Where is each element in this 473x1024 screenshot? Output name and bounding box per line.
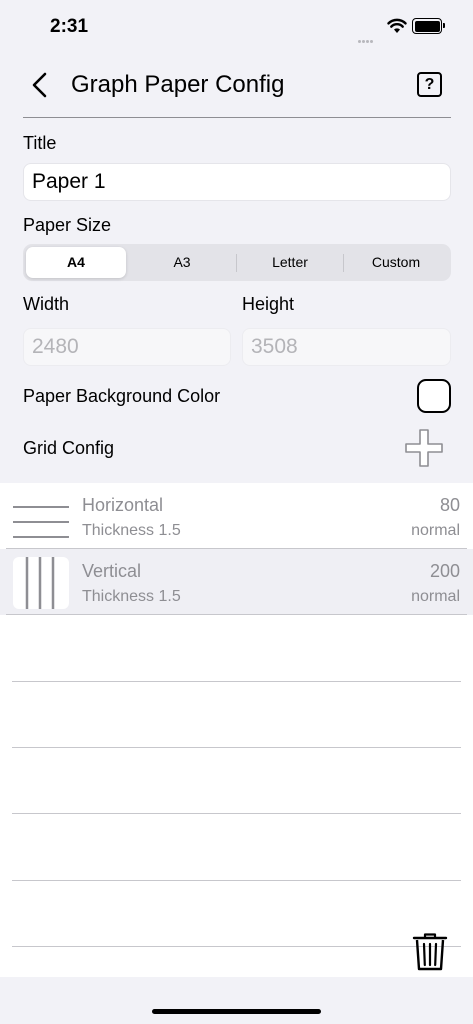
grid-item-thickness: Thickness 1.5	[82, 522, 181, 539]
header-divider	[23, 117, 451, 118]
help-button[interactable]: ?	[417, 72, 442, 97]
paper-size-segmented-control: A4 A3 Letter Custom	[23, 244, 451, 281]
grid-item-value: 80	[439, 495, 460, 515]
empty-row-divider	[12, 813, 461, 814]
grid-item-thickness: Thickness 1.5	[82, 588, 181, 605]
row-divider	[6, 614, 467, 615]
back-button[interactable]	[28, 70, 52, 100]
list-item[interactable]: Horizontal Thickness 1.5 80 normal	[0, 483, 473, 549]
background-color-label: Paper Background Color	[23, 386, 221, 406]
empty-row-divider	[12, 880, 461, 881]
signal-icon	[358, 30, 374, 48]
height-field[interactable]: 3508	[242, 328, 451, 366]
background-color-swatch[interactable]	[417, 379, 451, 413]
vertical-lines-icon	[13, 557, 69, 609]
segment-a4[interactable]: A4	[26, 247, 126, 278]
width-field[interactable]: 2480	[23, 328, 231, 366]
segment-letter[interactable]: Letter	[237, 247, 343, 278]
grid-config-label: Grid Config	[23, 438, 115, 458]
title-field[interactable]: Paper 1	[23, 163, 451, 201]
trash-icon[interactable]	[412, 932, 448, 972]
grid-item-style: normal	[411, 588, 460, 605]
grid-item-style: normal	[411, 522, 460, 539]
grid-item-name: Horizontal	[82, 495, 164, 515]
empty-row-divider	[12, 946, 461, 947]
horizontal-lines-icon	[13, 506, 69, 538]
status-time: 2:31	[50, 16, 89, 37]
list-item[interactable]: Vertical Thickness 1.5 200 normal	[0, 549, 473, 615]
grid-item-name: Vertical	[82, 561, 142, 581]
grid-list: Horizontal Thickness 1.5 80 normal Verti…	[0, 483, 473, 977]
paper-size-label: Paper Size	[23, 215, 112, 235]
status-bar: 2:31	[0, 0, 473, 54]
height-label: Height	[242, 294, 295, 314]
grid-item-value: 200	[429, 561, 460, 581]
segment-custom[interactable]: Custom	[344, 247, 448, 278]
navigation-bar: Graph Paper Config ?	[0, 58, 473, 116]
wifi-icon	[387, 18, 407, 33]
home-indicator[interactable]	[152, 1009, 321, 1014]
page-title: Graph Paper Config	[71, 71, 285, 98]
battery-icon	[412, 18, 445, 34]
empty-row-divider	[12, 747, 461, 748]
width-label: Width	[23, 294, 70, 314]
segment-a3[interactable]: A3	[129, 247, 235, 278]
add-grid-button[interactable]	[404, 428, 444, 468]
empty-row-divider	[12, 681, 461, 682]
title-label: Title	[23, 133, 57, 153]
